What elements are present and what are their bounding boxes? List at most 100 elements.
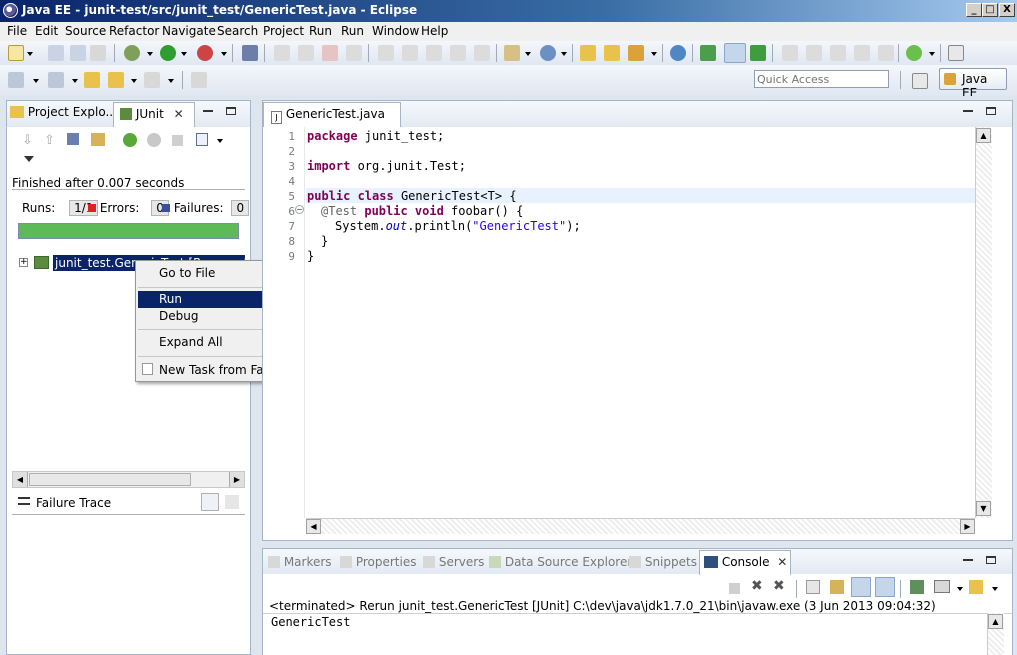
console-vertical-scrollbar[interactable]: ▲: [987, 613, 1004, 655]
menu-file[interactable]: File: [7, 24, 27, 38]
scroll-left-icon[interactable]: ◀: [306, 519, 321, 534]
chevron-down-icon[interactable]: [181, 52, 187, 56]
menu-run-2[interactable]: Run: [341, 24, 364, 38]
scroll-up-icon[interactable]: ▲: [976, 128, 991, 143]
remove-all-launches-icon[interactable]: ✖: [773, 578, 785, 594]
step-over-icon[interactable]: [402, 45, 418, 61]
menu-source[interactable]: Source: [65, 24, 106, 38]
refresh-icon[interactable]: [830, 45, 846, 61]
tab-markers[interactable]: Markers: [268, 555, 332, 569]
code-line-8[interactable]: }: [321, 234, 328, 248]
use-step-filters-icon[interactable]: [474, 45, 490, 61]
console-output-area[interactable]: [263, 613, 1012, 655]
tab-junit[interactable]: JUnit ✕: [113, 102, 195, 127]
tab-snippets[interactable]: Snippets: [629, 555, 697, 569]
expand-icon[interactable]: +: [19, 258, 28, 267]
chevron-down-icon[interactable]: [992, 587, 998, 591]
chevron-down-icon[interactable]: [33, 79, 39, 83]
scroll-left-icon[interactable]: ◀: [13, 472, 28, 487]
scroll-down-icon[interactable]: ▼: [976, 501, 991, 516]
tab-project-explorer[interactable]: Project Explo...: [10, 105, 117, 119]
save-all-icon[interactable]: [70, 45, 86, 61]
next-failure-icon[interactable]: ⇩: [22, 133, 33, 148]
minimize-icon[interactable]: [963, 110, 973, 112]
skip-breakpoints-icon[interactable]: [242, 45, 258, 61]
menu-project[interactable]: Project: [263, 24, 304, 38]
tab-servers[interactable]: Servers: [423, 555, 484, 569]
scroll-lock-icon[interactable]: [830, 580, 844, 594]
resume-icon[interactable]: [274, 45, 290, 61]
step-return-icon[interactable]: [426, 45, 442, 61]
debug-icon[interactable]: [124, 45, 140, 61]
close-button[interactable]: X: [999, 3, 1015, 17]
code-line-1[interactable]: package junit_test;: [307, 129, 444, 143]
code-line-6[interactable]: @Test public void foobar() {: [321, 204, 523, 218]
info-icon[interactable]: [948, 45, 964, 61]
rerun-test-icon[interactable]: [123, 133, 137, 147]
editor-horizontal-scrollbar[interactable]: ◀ ▶: [306, 518, 975, 534]
globe-icon[interactable]: [670, 45, 686, 61]
terminate-icon[interactable]: [729, 583, 740, 594]
save-icon[interactable]: [48, 45, 64, 61]
block-icon[interactable]: [854, 45, 870, 61]
scroll-right-icon[interactable]: ▶: [229, 472, 244, 487]
show-on-stderr-icon[interactable]: [875, 577, 895, 597]
scroll-lock-icon[interactable]: [91, 133, 105, 146]
chevron-down-icon[interactable]: [929, 52, 935, 56]
chevron-down-icon[interactable]: [561, 52, 567, 56]
last-edit-icon[interactable]: [8, 72, 24, 88]
next-edit-icon[interactable]: [48, 72, 64, 88]
display-console-icon[interactable]: [934, 580, 950, 593]
chevron-down-icon[interactable]: [525, 52, 531, 56]
back-to-location-icon[interactable]: [84, 72, 100, 88]
edit-icon[interactable]: [806, 45, 822, 61]
maximize-button[interactable]: □: [982, 3, 998, 17]
history-icon[interactable]: [196, 133, 208, 146]
compare-result-icon[interactable]: [225, 495, 239, 509]
code-line-3[interactable]: import org.junit.Test;: [307, 159, 466, 173]
java-ee-perspective-button[interactable]: Java EE: [939, 68, 1007, 100]
rerun-failed-first-icon[interactable]: [147, 133, 161, 147]
chevron-down-icon[interactable]: [147, 52, 153, 56]
quick-access-input[interactable]: [754, 70, 889, 88]
filter-stack-trace-icon[interactable]: [201, 493, 219, 511]
new-icon[interactable]: [8, 45, 24, 61]
print-icon[interactable]: [90, 45, 106, 61]
code-line-7[interactable]: System.out.println("GenericTest");: [335, 219, 581, 233]
scroll-up-icon[interactable]: ▲: [988, 614, 1003, 629]
open-console-icon[interactable]: [969, 580, 983, 594]
forward-icon[interactable]: [144, 72, 160, 88]
external-tools-icon[interactable]: [197, 45, 213, 61]
clear-console-icon[interactable]: [806, 580, 820, 594]
code-line-5[interactable]: public class GenericTest<T> {: [307, 189, 517, 203]
pin-console-icon[interactable]: [910, 580, 924, 594]
minimize-icon[interactable]: [963, 559, 973, 561]
chevron-down-icon[interactable]: [168, 79, 174, 83]
stop-icon[interactable]: [172, 135, 183, 146]
search-icon[interactable]: [628, 45, 644, 61]
menu-run[interactable]: Run: [309, 24, 332, 38]
menu-refactor[interactable]: Refactor: [109, 24, 159, 38]
scroll-thumb[interactable]: [29, 473, 191, 486]
code-line-9[interactable]: }: [307, 249, 314, 263]
disconnect-icon[interactable]: [346, 45, 362, 61]
new-class-icon[interactable]: [540, 45, 556, 61]
tab-data-source-explorer[interactable]: Data Source Explorer: [489, 555, 632, 569]
suspend-icon[interactable]: [298, 45, 314, 61]
chevron-down-icon[interactable]: [131, 79, 137, 83]
menu-window[interactable]: Window: [372, 24, 419, 38]
toggle-mark-occurrences-icon[interactable]: [724, 43, 746, 63]
terminate-icon[interactable]: [322, 45, 338, 61]
pin-icon[interactable]: [782, 45, 798, 61]
step-into-icon[interactable]: [378, 45, 394, 61]
horizontal-scrollbar[interactable]: ◀ ▶: [12, 471, 245, 488]
show-failures-only-icon[interactable]: [67, 133, 79, 145]
open-type-icon[interactable]: [580, 45, 596, 61]
menu-navigate[interactable]: Navigate: [162, 24, 216, 38]
next-annotation-icon[interactable]: [700, 45, 716, 61]
chevron-down-icon[interactable]: [221, 52, 227, 56]
editor-vertical-scrollbar[interactable]: ▲ ▼: [975, 127, 992, 518]
chevron-down-icon[interactable]: [27, 52, 33, 56]
page-icon[interactable]: [878, 45, 894, 61]
chevron-down-icon[interactable]: [72, 79, 78, 83]
